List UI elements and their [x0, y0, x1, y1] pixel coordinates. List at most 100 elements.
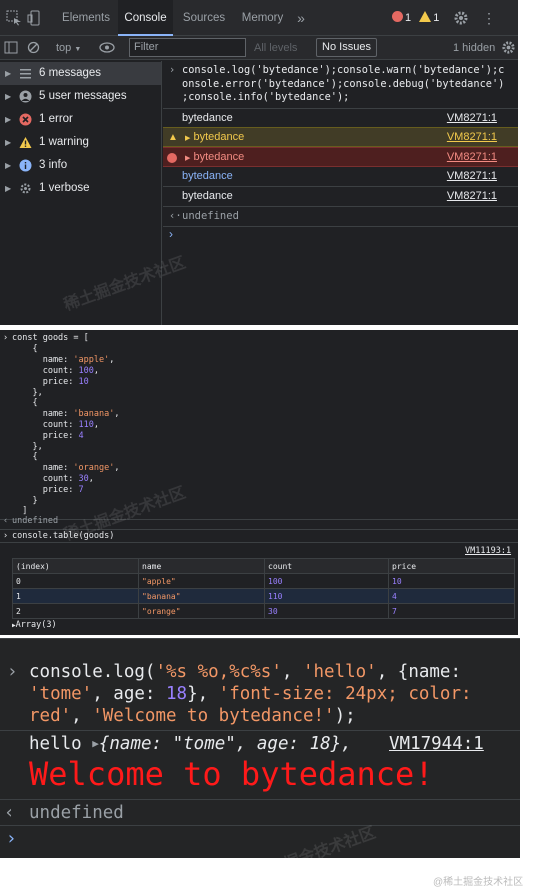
- sidebar-item-verbose[interactable]: ▶ 1 verbose: [0, 177, 161, 200]
- live-expression-eye-icon[interactable]: [99, 42, 115, 53]
- input-line: onsole.error('bytedance');console.debug(…: [182, 77, 505, 90]
- code-price-line: price: 10: [12, 377, 89, 387]
- prompt-chevron-icon[interactable]: ›: [169, 227, 173, 241]
- more-tabs-button[interactable]: »: [291, 0, 311, 36]
- expand-arrow-icon: ▶: [5, 69, 12, 78]
- kebab-menu-icon[interactable]: ⋮: [481, 10, 497, 26]
- source-link[interactable]: VM8271:1: [447, 167, 497, 186]
- name-value: 'orange': [73, 463, 115, 473]
- log-output-line: hello ▶{name: "tome", age: 18},: [29, 733, 352, 755]
- log-input-line: 'tome', age: 18}, 'font-size: 24px; colo…: [29, 684, 472, 704]
- code-decl: const goods = [: [12, 333, 89, 343]
- code-brace: {: [12, 452, 38, 462]
- table-header-row: (index) name count price: [12, 558, 515, 574]
- log-input-line: red', 'Welcome to bytedance!');: [29, 706, 356, 726]
- sidebar-item-errors[interactable]: ▶ 1 error: [0, 108, 161, 131]
- tab-memory[interactable]: Memory: [235, 0, 290, 36]
- log-levels-dropdown[interactable]: All levels: [254, 40, 297, 56]
- sidebar-item-warnings[interactable]: ▶ 1 warning: [0, 131, 161, 154]
- sidebar-item-info[interactable]: ▶ 3 info: [0, 154, 161, 177]
- sidebar-item-user-messages[interactable]: ▶ 5 user messages: [0, 85, 161, 108]
- sidebar-item-label: 6 messages: [39, 67, 102, 79]
- name-value: 'apple': [73, 355, 110, 365]
- console-table-panel: › const goods = [ { name: 'apple', count…: [0, 330, 518, 635]
- chevron-down-icon: ▼: [74, 46, 82, 53]
- warning-message: ▲ ▶ bytedance VM8271:1: [163, 127, 518, 147]
- count-value: 100: [78, 366, 94, 376]
- table-cell: 100: [264, 573, 389, 589]
- input-line: console.log('bytedance');console.warn('b…: [182, 64, 505, 76]
- table-cell: 2: [12, 603, 139, 619]
- source-link[interactable]: VM17944:1: [389, 733, 484, 755]
- expand-arrow-icon: ▶: [5, 161, 12, 170]
- column-header[interactable]: price: [388, 558, 515, 574]
- tab-console[interactable]: Console: [118, 0, 173, 36]
- sidebar-item-label: 5 user messages: [39, 90, 127, 102]
- table-cell: 1: [12, 588, 139, 604]
- sidebar-item-messages[interactable]: ▶ 6 messages: [0, 62, 161, 85]
- expand-arrow-icon: ▶: [5, 92, 12, 101]
- expand-triangle-icon[interactable]: ▶: [185, 155, 190, 162]
- sidebar-item-label: 3 info: [39, 159, 68, 171]
- error-icon: [392, 11, 403, 22]
- table-cell: "orange": [138, 603, 265, 619]
- table-cell: 110: [264, 588, 389, 604]
- console-settings-gear-icon[interactable]: [501, 40, 516, 55]
- input-line: ;console.info('bytedance');: [182, 91, 350, 103]
- expand-triangle-icon[interactable]: ▶: [92, 737, 99, 750]
- table-cell: 4: [388, 588, 515, 604]
- source-link[interactable]: VM8271:1: [447, 187, 497, 206]
- error-icon: [19, 113, 32, 126]
- tab-sources[interactable]: Sources: [175, 0, 233, 36]
- array-summary[interactable]: ▶Array(3): [12, 620, 57, 632]
- table-row: 2 "orange" 30 7: [12, 603, 515, 619]
- prompt-chevron-icon[interactable]: ›: [6, 828, 17, 850]
- source-link[interactable]: VM8271:1: [447, 109, 497, 128]
- table-row: 1 "banana" 110 4: [12, 588, 515, 604]
- return-arrow-icon: ‹·: [169, 210, 182, 222]
- code-count-line: count: 110,: [12, 420, 100, 430]
- settings-gear-icon[interactable]: [453, 10, 469, 26]
- code-price-line: price: 7: [12, 485, 84, 495]
- count-value: 110: [78, 420, 94, 430]
- code-count-line: count: 100,: [12, 366, 100, 376]
- source-link[interactable]: VM11193:1: [465, 546, 511, 557]
- table-cell: "apple": [138, 573, 265, 589]
- error-message: ▶ bytedance VM8271:1: [163, 147, 518, 167]
- clear-console-icon[interactable]: [27, 41, 40, 54]
- sidebar-item-label: 1 verbose: [39, 182, 90, 194]
- column-header[interactable]: (index): [12, 558, 139, 574]
- info-icon: [19, 159, 32, 172]
- expand-arrow-icon: ▶: [5, 184, 12, 193]
- error-count-badge[interactable]: 1 1: [392, 10, 439, 26]
- source-link[interactable]: VM8271:1: [447, 148, 497, 167]
- filter-input[interactable]: Filter: [129, 38, 246, 57]
- expand-triangle-icon[interactable]: ▶: [185, 135, 190, 142]
- table-cell: 30: [264, 603, 389, 619]
- source-link[interactable]: VM8271:1: [447, 128, 497, 147]
- sidebar-item-label: 1 warning: [39, 136, 89, 148]
- sidebar-toggle-icon[interactable]: [4, 40, 19, 55]
- issues-button[interactable]: No Issues: [316, 38, 377, 57]
- expand-arrow-icon: ▶: [5, 115, 12, 124]
- tab-elements[interactable]: Elements: [52, 0, 120, 36]
- log-input-line: console.log('%s %o,%c%s', 'hello', {name…: [29, 662, 462, 682]
- column-header[interactable]: name: [138, 558, 265, 574]
- context-label: top: [56, 42, 72, 54]
- user-icon: [19, 90, 32, 103]
- result-value: undefined: [182, 210, 239, 222]
- console-styled-log-panel: › console.log('%s %o,%c%s', 'hello', {na…: [0, 638, 520, 858]
- info-message: bytedance VM8271:1: [163, 167, 518, 187]
- message-text: bytedance: [182, 170, 233, 182]
- inspect-icon[interactable]: [6, 10, 22, 26]
- goods-table: (index) name count price 0 "apple" 100 1…: [12, 558, 515, 619]
- result-value: undefined: [12, 516, 59, 526]
- context-selector[interactable]: top ▼: [56, 40, 81, 58]
- table-cell: "banana": [138, 588, 265, 604]
- hidden-count: 1 hidden: [453, 42, 496, 54]
- column-header[interactable]: count: [264, 558, 389, 574]
- console-input-echo: › console.log('bytedance');console.warn(…: [169, 64, 514, 105]
- expand-arrow-icon: ▶: [5, 138, 12, 147]
- return-arrow-icon: ‹: [3, 516, 9, 526]
- device-toggle-icon[interactable]: [27, 10, 43, 26]
